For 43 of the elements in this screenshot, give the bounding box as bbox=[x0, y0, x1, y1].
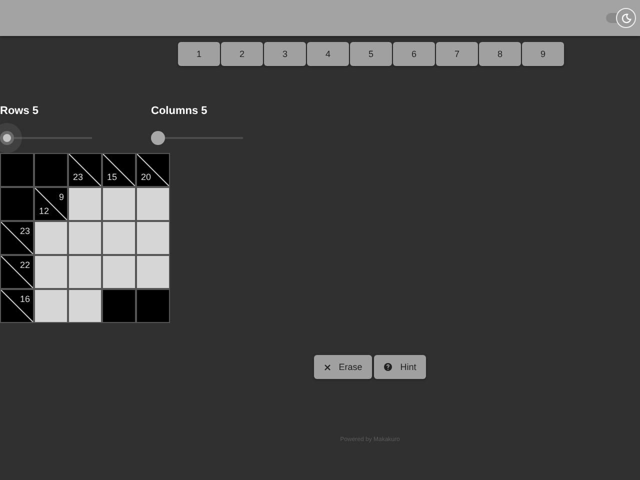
number-button[interactable]: 9 bbox=[522, 42, 564, 66]
erase-button[interactable]: Erase bbox=[314, 355, 372, 379]
entry-cell[interactable] bbox=[102, 221, 136, 255]
entry-cell[interactable] bbox=[136, 221, 170, 255]
number-button[interactable]: 2 bbox=[221, 42, 263, 66]
slider-label: Columns 5 bbox=[151, 105, 208, 117]
entry-cell[interactable] bbox=[136, 255, 170, 289]
close-icon bbox=[324, 364, 331, 370]
dark-mode-toggle[interactable] bbox=[606, 11, 634, 25]
entry-cell[interactable] bbox=[68, 255, 102, 289]
number-button[interactable]: 1 bbox=[178, 42, 220, 66]
help-icon bbox=[384, 363, 392, 371]
across-clue: 22 bbox=[20, 260, 30, 270]
entry-cell[interactable] bbox=[68, 187, 102, 221]
number-button[interactable]: 8 bbox=[479, 42, 521, 66]
slider-thumb[interactable] bbox=[0, 131, 14, 145]
number-button[interactable]: 4 bbox=[307, 42, 349, 66]
down-clue: 20 bbox=[141, 172, 152, 182]
entry-cell[interactable] bbox=[68, 289, 102, 323]
entry-cell[interactable] bbox=[102, 255, 136, 289]
across-clue: 9 bbox=[58, 192, 64, 202]
hint-button[interactable]: Hint bbox=[374, 355, 426, 379]
moon-icon bbox=[620, 12, 632, 24]
entry-cell[interactable] bbox=[34, 221, 68, 255]
across-clue: 16 bbox=[20, 294, 30, 304]
across-clue: 23 bbox=[20, 226, 30, 236]
number-button[interactable]: 5 bbox=[350, 42, 392, 66]
blocked-cell bbox=[102, 289, 136, 323]
blocked-cell bbox=[0, 153, 34, 187]
number-button[interactable]: 6 bbox=[393, 42, 435, 66]
down-clue: 15 bbox=[107, 172, 118, 182]
entry-cell[interactable] bbox=[68, 221, 102, 255]
down-clue: 12 bbox=[39, 206, 50, 216]
entry-cell[interactable] bbox=[34, 289, 68, 323]
number-button[interactable]: 3 bbox=[264, 42, 306, 66]
entry-cell[interactable] bbox=[136, 187, 170, 221]
entry-cell[interactable] bbox=[34, 255, 68, 289]
slider-label: Rows 5 bbox=[0, 105, 40, 117]
blocked-cell bbox=[136, 289, 170, 323]
down-clue: 23 bbox=[73, 172, 84, 182]
number-button[interactable]: 7 bbox=[436, 42, 478, 66]
slider-thumb[interactable] bbox=[151, 131, 165, 145]
entry-cell[interactable] bbox=[102, 187, 136, 221]
